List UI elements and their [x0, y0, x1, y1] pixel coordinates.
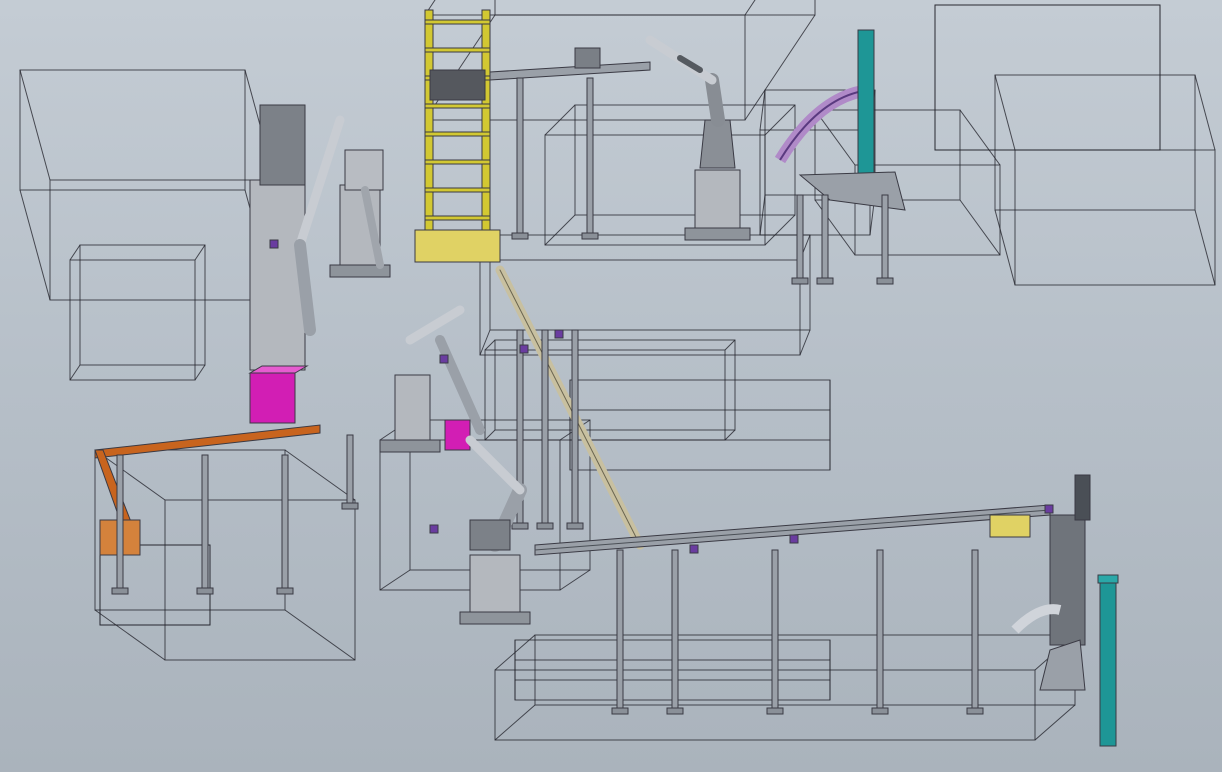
conveyor-module [574, 47, 601, 69]
assembly-scene [0, 0, 1222, 772]
machine-head [259, 104, 306, 186]
leg-foot [341, 502, 359, 510]
leg-foot [766, 707, 784, 715]
yellow-lift-tower [424, 9, 434, 251]
leg-foot [966, 707, 984, 715]
leg-foot [876, 277, 894, 285]
yellow-lift-tower [481, 9, 491, 251]
purple-fitting [519, 344, 529, 354]
vertical-elevator [1049, 514, 1086, 646]
support-leg [616, 549, 624, 711]
purple-fitting [1044, 504, 1054, 514]
support-leg [876, 549, 884, 711]
support-leg [821, 194, 829, 281]
pedestal-base [379, 439, 441, 453]
machine-column [249, 179, 306, 371]
support-leg [671, 549, 679, 711]
purple-fitting [429, 524, 439, 534]
leg-foot [611, 707, 629, 715]
support-leg [346, 434, 354, 506]
tower-crossbar [424, 103, 491, 109]
gripper-accent [444, 419, 471, 451]
tower-base-plate [414, 229, 501, 263]
purple-fitting [689, 544, 699, 554]
robot-arm-lower [705, 73, 725, 127]
teal-column [857, 29, 875, 181]
robot-base [699, 119, 736, 169]
robot-pedestal [694, 169, 741, 236]
robot-base [469, 519, 511, 551]
support-leg [881, 194, 889, 281]
leg-foot [581, 232, 599, 240]
tower-gripper [429, 69, 486, 101]
robot-pedestal [469, 554, 521, 621]
purple-fitting [269, 239, 279, 249]
tower-crossbar [424, 19, 491, 25]
teal-column [1099, 577, 1117, 747]
support-leg [201, 454, 209, 591]
support-leg [796, 194, 804, 281]
support-leg [516, 77, 524, 236]
purple-fitting [789, 534, 799, 544]
tower-crossbar [424, 187, 491, 193]
support-leg [586, 77, 594, 236]
robot-base [344, 149, 384, 191]
robot-pedestal [394, 374, 431, 446]
tower-crossbar [424, 215, 491, 221]
support-leg [571, 329, 579, 526]
purple-fitting [554, 329, 564, 339]
tower-crossbar [424, 159, 491, 165]
pedestal-base [684, 227, 751, 241]
leg-foot [666, 707, 684, 715]
leg-foot [566, 522, 584, 530]
support-leg [281, 454, 289, 591]
pedestal-base [459, 611, 531, 625]
leg-foot [816, 277, 834, 285]
purple-fitting [439, 354, 449, 364]
leg-foot [276, 587, 294, 595]
support-leg [771, 549, 779, 711]
magenta-cabinet [249, 372, 296, 424]
tower-crossbar [424, 131, 491, 137]
tower-crossbar [424, 47, 491, 53]
leg-foot [511, 232, 529, 240]
leg-foot [196, 587, 214, 595]
yellow-plate [989, 514, 1031, 538]
leg-foot [871, 707, 889, 715]
leg-foot [111, 587, 129, 595]
background [0, 0, 1222, 772]
teal-column-cap [1097, 574, 1119, 584]
support-leg [971, 549, 979, 711]
leg-foot [791, 277, 809, 285]
elevator-head [1074, 474, 1091, 521]
support-leg [116, 454, 124, 591]
leg-foot [536, 522, 554, 530]
support-leg [541, 329, 549, 526]
leg-foot [511, 522, 529, 530]
cad-viewport[interactable] [0, 0, 1222, 772]
